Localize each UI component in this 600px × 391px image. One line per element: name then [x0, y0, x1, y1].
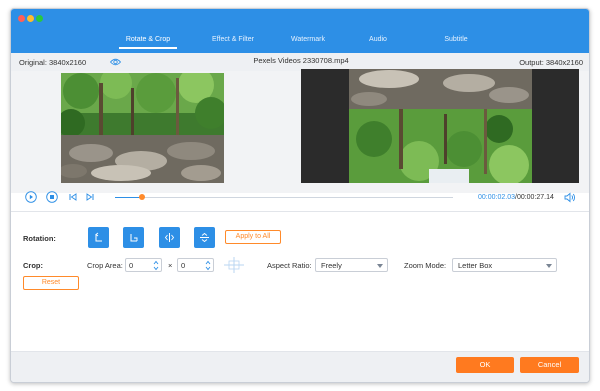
ok-button[interactable]: OK: [456, 357, 514, 373]
crop-area-label: Crop Area:: [87, 261, 123, 270]
playback-controls: 00:00:02.03/00:00:27.14: [11, 189, 589, 209]
progress-fill: [115, 197, 143, 198]
maximize-window-button[interactable]: [36, 15, 43, 22]
stop-icon[interactable]: [46, 191, 58, 203]
rotation-label: Rotation:: [23, 234, 56, 243]
previous-frame-icon[interactable]: [67, 191, 79, 203]
next-frame-icon[interactable]: [84, 191, 96, 203]
chevron-down-icon: [377, 264, 383, 268]
original-video-preview: [61, 73, 224, 183]
flip-vertical-icon: [200, 232, 209, 243]
current-time: 00:00:02.03: [478, 194, 515, 201]
original-resolution: Original: 3840x2160: [19, 58, 87, 67]
tab-subtitle[interactable]: Subtitle: [431, 31, 481, 49]
flip-horizontal-icon: [164, 233, 175, 242]
stepper-arrows-icon[interactable]: [153, 260, 159, 271]
crosshair-icon[interactable]: [224, 257, 244, 273]
crop-width-value: 0: [129, 261, 134, 270]
aspect-ratio-label: Aspect Ratio:: [267, 261, 312, 270]
reset-button[interactable]: Reset: [23, 276, 79, 290]
zoom-mode-value: Letter Box: [458, 261, 493, 270]
crop-width-stepper[interactable]: 0: [125, 258, 162, 272]
minimize-window-button[interactable]: [27, 15, 34, 22]
tab-audio[interactable]: Audio: [353, 31, 403, 49]
aspect-ratio-select[interactable]: Freely: [315, 258, 388, 272]
cancel-button[interactable]: Cancel: [520, 357, 579, 373]
tab-watermark[interactable]: Watermark: [273, 31, 343, 49]
active-tab-indicator: [119, 47, 177, 49]
chevron-down-icon: [546, 264, 552, 268]
eye-icon[interactable]: [110, 58, 121, 66]
play-icon[interactable]: [25, 191, 37, 203]
crop-height-value: 0: [181, 261, 186, 270]
close-window-button[interactable]: [18, 15, 25, 22]
output-resolution: Output: 3840x2160: [519, 58, 583, 67]
time-display: 00:00:02.03/00:00:27.14: [478, 194, 554, 201]
output-video-preview: [301, 69, 579, 183]
volume-icon[interactable]: [564, 192, 576, 203]
crop-height-stepper[interactable]: 0: [177, 258, 214, 272]
output-video-frame: [349, 69, 532, 183]
tab-bar: Rotate & Crop Effect & Filter Watermark …: [11, 31, 589, 49]
progress-track[interactable]: [115, 194, 453, 200]
crop-label: Crop:: [23, 261, 43, 270]
section-divider: [11, 211, 589, 212]
flip-vertical-button[interactable]: [194, 227, 215, 248]
zoom-mode-select[interactable]: Letter Box: [452, 258, 557, 272]
stepper-arrows-icon[interactable]: [205, 260, 211, 271]
apply-to-all-button[interactable]: Apply to All: [225, 230, 281, 244]
rotate-right-icon: [130, 234, 138, 242]
aspect-ratio-value: Freely: [321, 261, 342, 270]
tab-effect-filter[interactable]: Effect & Filter: [193, 31, 273, 49]
rotate-left-icon: [95, 232, 102, 242]
forest-stream-rotated-image: [349, 69, 532, 183]
times-sign: ×: [168, 261, 173, 270]
preview-area: [11, 69, 589, 193]
rotate-right-button[interactable]: [123, 227, 144, 248]
forest-stream-image: [61, 73, 224, 183]
total-time: 00:00:27.14: [516, 194, 554, 201]
zoom-mode-label: Zoom Mode:: [404, 261, 447, 270]
file-name: Pexels Videos 2330708.mp4: [253, 56, 349, 65]
editor-window: Rotate & Crop Effect & Filter Watermark …: [10, 8, 590, 383]
progress-handle[interactable]: [139, 194, 146, 200]
flip-horizontal-button[interactable]: [159, 227, 180, 248]
rotate-left-button[interactable]: [88, 227, 109, 248]
